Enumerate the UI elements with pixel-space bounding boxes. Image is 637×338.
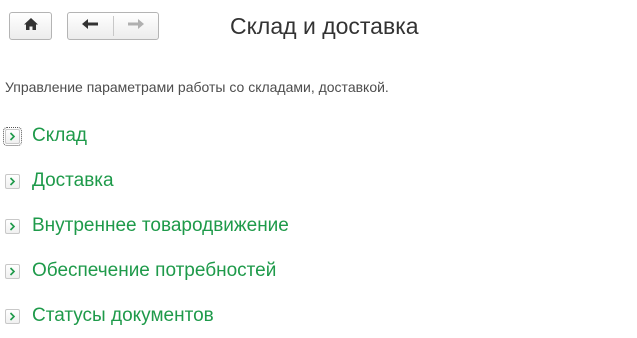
section-label[interactable]: Статусы документов xyxy=(32,303,214,329)
section-label[interactable]: Склад xyxy=(32,123,87,149)
home-button[interactable] xyxy=(9,12,52,40)
page-description: Управление параметрами работы со складам… xyxy=(5,79,389,95)
section-warehouse[interactable]: Склад xyxy=(3,123,87,149)
expand-chevron-icon[interactable] xyxy=(5,173,20,189)
expand-chevron-icon[interactable] xyxy=(3,126,22,146)
section-internal-movement[interactable]: Внутреннее товародвижение xyxy=(5,213,289,239)
arrow-right-icon xyxy=(127,17,145,35)
section-document-statuses[interactable]: Статусы документов xyxy=(5,303,214,329)
page-title: Склад и доставка xyxy=(230,13,419,39)
section-label[interactable]: Внутреннее товародвижение xyxy=(32,213,289,239)
expand-chevron-icon[interactable] xyxy=(5,308,20,324)
expand-chevron-icon[interactable] xyxy=(5,218,20,234)
page: Склад и доставка Управление параметрами … xyxy=(0,0,637,338)
section-label[interactable]: Доставка xyxy=(32,168,114,194)
section-delivery[interactable]: Доставка xyxy=(5,168,114,194)
navigation-buttons xyxy=(67,12,159,40)
forward-button[interactable] xyxy=(114,13,159,39)
expand-chevron-icon[interactable] xyxy=(5,263,20,279)
section-demand-supply[interactable]: Обеспечение потребностей xyxy=(5,258,276,284)
back-button[interactable] xyxy=(68,13,113,39)
section-label[interactable]: Обеспечение потребностей xyxy=(32,258,276,284)
arrow-left-icon xyxy=(81,17,99,35)
home-icon xyxy=(23,17,39,36)
